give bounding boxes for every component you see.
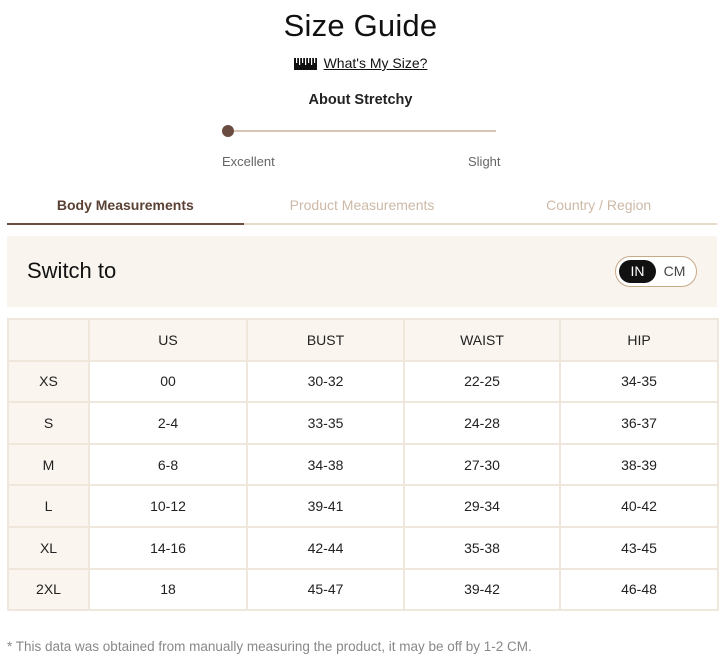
hip-cell: 34-35 [559,359,719,404]
stretch-slider [222,124,497,138]
size-cell: 2XL [7,567,90,612]
stretch-slider-track [226,130,496,132]
table-header-bust: BUST [246,318,405,362]
page-title: Size Guide [283,8,438,43]
table-header-us: US [88,318,248,362]
bust-cell: 33-35 [246,401,405,445]
table-row: XS 00 30-32 22-25 34-35 [7,359,719,404]
hip-cell: 46-48 [559,567,719,612]
waist-cell: 27-30 [403,442,561,487]
table-row: XL 14-16 42-44 35-38 43-45 [7,525,719,570]
tab-country-region[interactable]: Country / Region [480,188,717,223]
hip-cell: 38-39 [559,442,719,487]
unit-switch-bar: Switch to IN CM [7,236,717,307]
measurement-footnote: * This data was obtained from manually m… [7,639,532,654]
stretch-title: About Stretchy [308,92,413,108]
us-cell: 10-12 [88,484,248,528]
bust-cell: 45-47 [246,567,405,612]
table-row: 2XL 18 45-47 39-42 46-48 [7,567,719,612]
table-row: S 2-4 33-35 24-28 36-37 [7,401,719,445]
whats-my-size-link-row[interactable]: What's My Size? [0,55,721,71]
table-header-size [7,318,90,362]
bust-cell: 39-41 [246,484,405,528]
ruler-icon [293,57,317,70]
waist-cell: 29-34 [403,484,561,528]
us-cell: 18 [88,567,248,612]
table-row: L 10-12 39-41 29-34 40-42 [7,484,719,528]
size-cell: S [7,401,90,445]
hip-cell: 40-42 [559,484,719,528]
size-cell: XS [7,359,90,404]
measurement-tabs: Body Measurements Product Measurements C… [7,188,717,225]
stretch-high-label: Slight [468,154,501,169]
unit-option-in[interactable]: IN [619,260,656,283]
stretch-low-label: Excellent [222,154,275,169]
table-header-row: US BUST WAIST HIP [7,318,719,362]
hip-cell: 36-37 [559,401,719,445]
size-cell: M [7,442,90,487]
bust-cell: 34-38 [246,442,405,487]
size-table: US BUST WAIST HIP XS 00 30-32 22-25 34-3… [7,318,719,612]
hip-cell: 43-45 [559,525,719,570]
tab-body-measurements[interactable]: Body Measurements [7,188,244,225]
whats-my-size-link[interactable]: What's My Size? [324,55,428,71]
bust-cell: 30-32 [246,359,405,404]
tab-product-measurements[interactable]: Product Measurements [244,188,481,223]
table-header-waist: WAIST [403,318,561,362]
us-cell: 14-16 [88,525,248,570]
us-cell: 00 [88,359,248,404]
size-cell: L [7,484,90,528]
waist-cell: 35-38 [403,525,561,570]
waist-cell: 22-25 [403,359,561,404]
us-cell: 6-8 [88,442,248,487]
table-header-hip: HIP [559,318,719,362]
unit-switch-label: Switch to [27,258,117,283]
bust-cell: 42-44 [246,525,405,570]
stretch-slider-knob [222,125,234,137]
size-cell: XL [7,525,90,570]
unit-toggle[interactable]: IN CM [615,256,697,287]
table-row: M 6-8 34-38 27-30 38-39 [7,442,719,487]
us-cell: 2-4 [88,401,248,445]
unit-option-cm[interactable]: CM [656,260,693,283]
waist-cell: 39-42 [403,567,561,612]
waist-cell: 24-28 [403,401,561,445]
